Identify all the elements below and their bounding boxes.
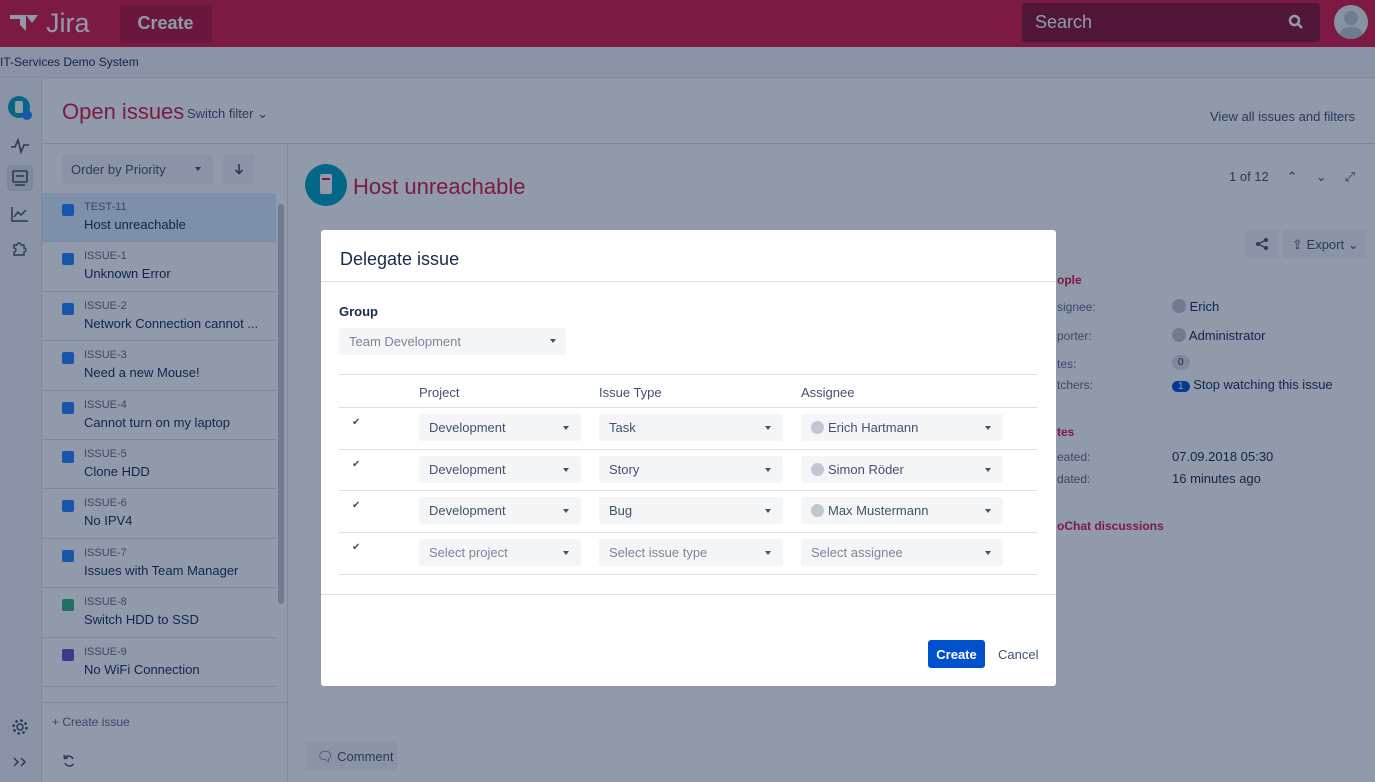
- issue-type-select-value: Bug: [609, 503, 633, 519]
- issue-type-select-value: Select issue type: [609, 545, 708, 561]
- dialog-title: Delegate issue: [340, 249, 460, 269]
- group-value: Team Development: [349, 334, 461, 349]
- assignee-select[interactable]: Erich Hartmann: [801, 414, 1003, 441]
- row-checkbox[interactable]: ✔: [352, 501, 362, 511]
- issue-type-select[interactable]: Select issue type: [599, 539, 783, 567]
- chevron-down-icon: [765, 467, 771, 472]
- chevron-down-icon: [985, 426, 991, 430]
- project-select[interactable]: Development: [419, 455, 581, 483]
- table-row: ✔ Development Bug Max Mustermann: [339, 491, 1037, 534]
- user-avatar-icon: [811, 462, 824, 476]
- project-select-value: Development: [429, 503, 506, 519]
- assignee-select-value: Select assignee: [811, 545, 903, 561]
- group-select[interactable]: Team Development: [339, 328, 566, 355]
- user-avatar-icon: [811, 421, 824, 434]
- column-project: Project: [419, 385, 460, 400]
- divider: [321, 281, 1056, 282]
- assignee-select[interactable]: Simon Röder: [801, 455, 1003, 483]
- project-select[interactable]: Development: [419, 414, 581, 441]
- project-select-value: Select project: [429, 545, 508, 561]
- table-header: Project Issue Type Assignee: [339, 374, 1037, 408]
- column-assignee: Assignee: [801, 385, 855, 400]
- divider: [321, 594, 1056, 595]
- chevron-down-icon: [985, 551, 991, 556]
- assignee-select-value: Simon Röder: [828, 461, 904, 477]
- table-row: ✔ Development Task Erich Hartmann: [339, 408, 1037, 450]
- chevron-down-icon: [985, 467, 991, 472]
- assignee-select-value: Max Mustermann: [828, 503, 929, 519]
- chevron-down-icon: [550, 339, 556, 343]
- issue-type-select[interactable]: Bug: [599, 497, 783, 525]
- row-checkbox[interactable]: ✔: [352, 459, 362, 470]
- chevron-down-icon: [563, 426, 569, 430]
- project-select[interactable]: Select project: [419, 539, 581, 567]
- dialog-create-button[interactable]: Create: [928, 640, 985, 668]
- project-select-value: Development: [429, 461, 506, 477]
- table-body: ✔ Development Task Erich Hartmann ✔ Developme…: [339, 408, 1037, 575]
- assignee-select[interactable]: Max Mustermann: [801, 497, 1003, 525]
- issue-type-select[interactable]: Task: [599, 414, 783, 441]
- row-checkbox[interactable]: ✔: [352, 418, 362, 428]
- chevron-down-icon: [765, 509, 771, 514]
- chevron-down-icon: [765, 426, 771, 430]
- issue-type-select[interactable]: Story: [599, 455, 783, 483]
- table-row: ✔ Select project Select issue type Select a…: [339, 533, 1037, 575]
- issue-type-select-value: Story: [609, 461, 640, 477]
- user-avatar-icon: [811, 504, 824, 518]
- delegate-issue-dialog: Delegate issue Group Team Development Pr…: [321, 230, 1056, 686]
- assignee-select-value: Erich Hartmann: [828, 420, 919, 435]
- assignee-select[interactable]: Select assignee: [801, 539, 1003, 567]
- row-checkbox[interactable]: ✔: [352, 543, 362, 553]
- chevron-down-icon: [563, 467, 569, 472]
- issue-type-select-value: Task: [609, 420, 636, 435]
- project-select-value: Development: [429, 420, 506, 435]
- dialog-cancel-link[interactable]: Cancel: [998, 647, 1038, 662]
- delegation-table: Project Issue Type Assignee ✔ Development…: [339, 374, 1037, 575]
- chevron-down-icon: [563, 509, 569, 514]
- project-select[interactable]: Development: [419, 497, 581, 525]
- chevron-down-icon: [985, 509, 991, 514]
- column-issue-type: Issue Type: [599, 385, 662, 400]
- group-label: Group: [339, 304, 378, 319]
- chevron-down-icon: [563, 551, 569, 556]
- chevron-down-icon: [765, 551, 771, 556]
- table-row: ✔ Development Story Simon Röder: [339, 450, 1037, 492]
